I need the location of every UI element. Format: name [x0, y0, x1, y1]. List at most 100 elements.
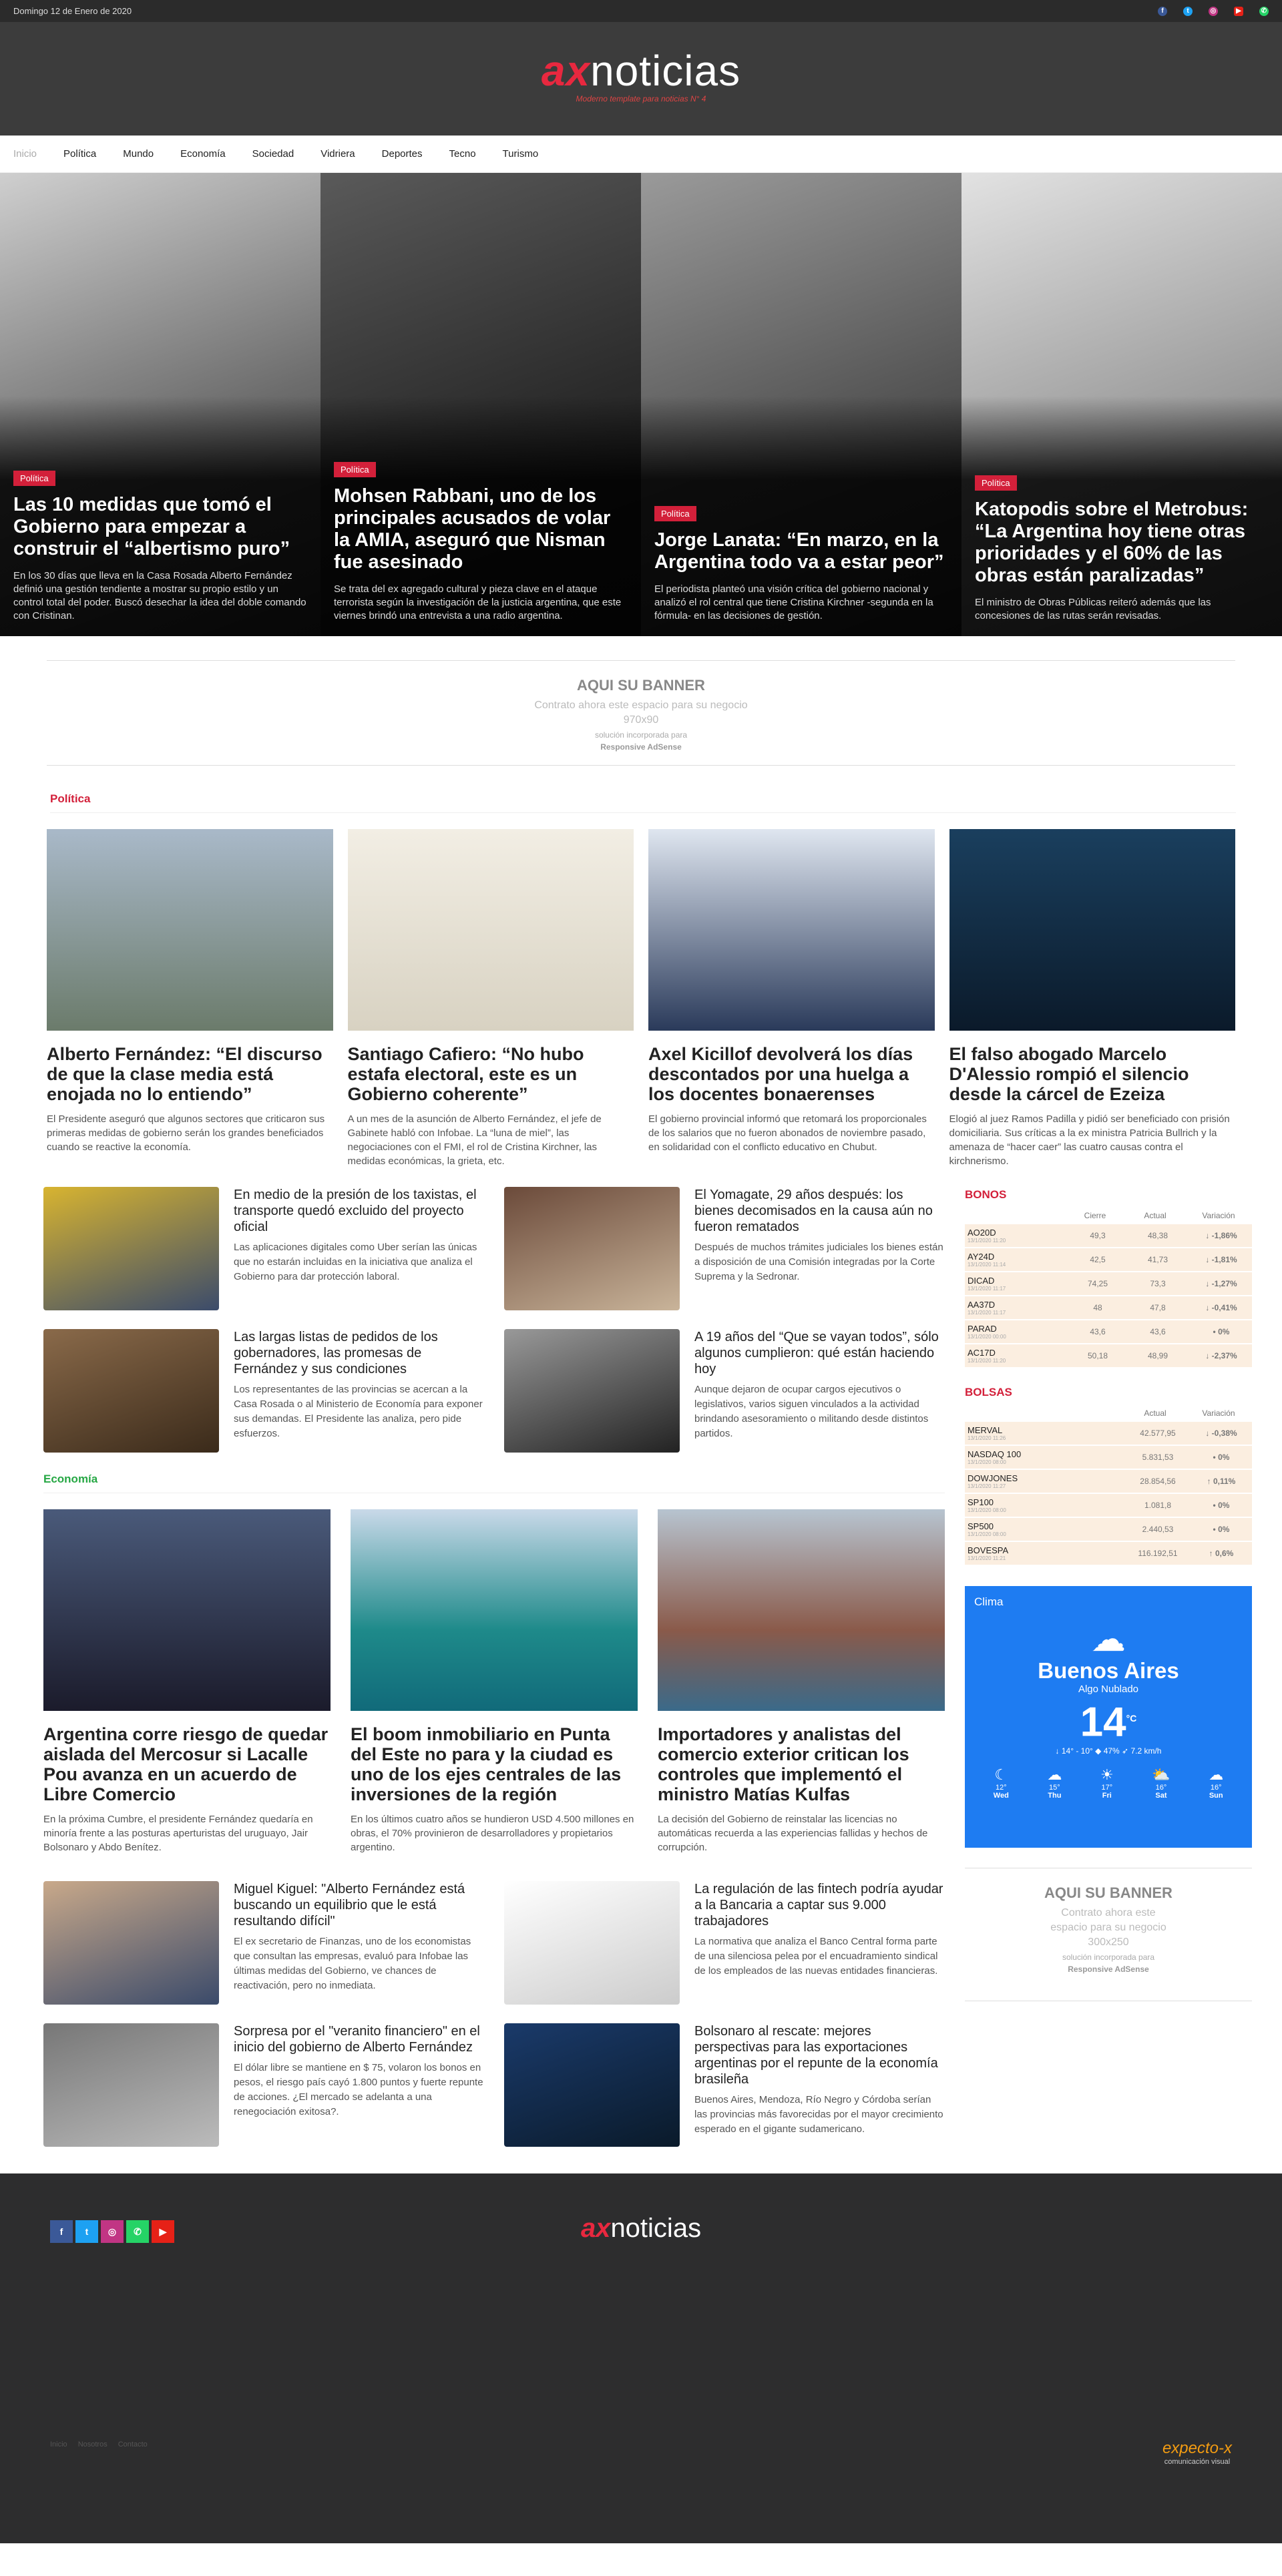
nav-item-inicio[interactable]: Inicio: [13, 148, 37, 160]
news-photo[interactable]: [949, 829, 1235, 1031]
list-item[interactable]: Bolsonaro al rescate: mejores perspectiv…: [504, 2023, 945, 2147]
hero-card[interactable]: Política Las 10 medidas que tomó el Gobi…: [0, 173, 320, 636]
news-thumb[interactable]: [43, 1329, 219, 1453]
current-date: Domingo 12 de Enero de 2020: [13, 6, 132, 16]
news-thumb[interactable]: [504, 1329, 680, 1453]
news-thumb[interactable]: [43, 1881, 219, 2005]
news-title[interactable]: Sorpresa por el "veranito financiero" en…: [234, 2023, 484, 2055]
news-title[interactable]: La regulación de las fintech podría ayud…: [694, 1881, 945, 1929]
news-photo[interactable]: [47, 829, 333, 1031]
news-photo[interactable]: [351, 1509, 638, 1711]
market-date: 13/1/2020 11:20: [968, 1238, 1006, 1244]
list-item[interactable]: Miguel Kiguel: "Alberto Fernández está b…: [43, 1881, 484, 2005]
nav-item-sociedad[interactable]: Sociedad: [252, 148, 294, 160]
news-photo[interactable]: [658, 1509, 945, 1711]
hero-title[interactable]: Las 10 medidas que tomó el Gobierno para…: [13, 494, 307, 560]
news-photo[interactable]: [347, 829, 634, 1031]
category-tag[interactable]: Política: [13, 471, 55, 486]
market-row: AA37D 13/1/2020 11:17 48 47,8 ↓ -0,41%: [965, 1296, 1252, 1320]
news-title[interactable]: Axel Kicillof devolverá los días descont…: [648, 1044, 935, 1104]
list-item[interactable]: En medio de la presión de los taxistas, …: [43, 1187, 484, 1310]
developer-credit[interactable]: expecto-x comunicación visual: [1162, 2439, 1232, 2466]
market-variation: • 0%: [1213, 1327, 1230, 1336]
nav-item-vidriera[interactable]: Vidriera: [320, 148, 355, 160]
hero-title[interactable]: Jorge Lanata: “En marzo, en la Argentina…: [654, 529, 948, 573]
list-item[interactable]: El Yomagate, 29 años después: los bienes…: [504, 1187, 945, 1310]
footer-link[interactable]: Contacto: [118, 2440, 148, 2449]
footer-link[interactable]: Inicio: [50, 2440, 67, 2449]
market-current: 1.081,8: [1144, 1501, 1172, 1510]
market-row: AC17D 13/1/2020 11:20 50,18 48,99 ↓ -2,37%: [965, 1344, 1252, 1368]
news-photo[interactable]: [648, 829, 935, 1031]
hero-card[interactable]: Política Mohsen Rabbani, uno de los prin…: [320, 173, 641, 636]
list-item[interactable]: Sorpresa por el "veranito financiero" en…: [43, 2023, 484, 2147]
hero-summary: El periodista planteó una visión crítica…: [654, 583, 933, 621]
news-card[interactable]: El falso abogado Marcelo D'Alessio rompi…: [949, 829, 1236, 1168]
hero-slider: Política Las 10 medidas que tomó el Gobi…: [0, 173, 1282, 636]
news-thumb[interactable]: [504, 1187, 680, 1310]
news-thumb[interactable]: [43, 2023, 219, 2147]
news-title[interactable]: El boom inmobiliario en Punta del Este n…: [351, 1724, 638, 1804]
news-card[interactable]: Axel Kicillof devolverá los días descont…: [648, 829, 935, 1168]
section-title-economia[interactable]: Economía: [43, 1473, 945, 1493]
list-item[interactable]: A 19 años del “Que se vayan todos”, sólo…: [504, 1329, 945, 1453]
news-photo[interactable]: [43, 1509, 331, 1711]
news-summary: La normativa que analiza el Banco Centra…: [694, 1936, 938, 1977]
nav-item-politica[interactable]: Política: [63, 148, 96, 160]
youtube-icon[interactable]: ▶: [1234, 6, 1243, 16]
instagram-icon[interactable]: ◎: [1209, 6, 1218, 16]
category-tag[interactable]: Política: [654, 506, 696, 521]
category-tag[interactable]: Política: [334, 462, 376, 477]
site-logo[interactable]: axnoticias: [0, 46, 1282, 95]
forecast-day: ☀ 17° Fri: [1100, 1766, 1114, 1800]
news-title[interactable]: El falso abogado Marcelo D'Alessio rompi…: [949, 1044, 1236, 1104]
ad-banner[interactable]: AQUI SU BANNER Contrato ahora este espac…: [47, 660, 1235, 766]
list-item[interactable]: Las largas listas de pedidos de los gobe…: [43, 1329, 484, 1453]
facebook-icon[interactable]: f: [1158, 6, 1167, 16]
market-date: 13/1/2020 11:17: [968, 1286, 1006, 1292]
news-title[interactable]: Argentina corre riesgo de quedar aislada…: [43, 1724, 331, 1804]
market-row: NASDAQ 100 13/1/2020 08:00 5.831,53 • 0%: [965, 1446, 1252, 1470]
market-name: SP500: [968, 1521, 994, 1531]
hero-summary: En los 30 días que lleva en la Casa Rosa…: [13, 570, 306, 621]
news-title[interactable]: En medio de la presión de los taxistas, …: [234, 1187, 484, 1235]
news-card[interactable]: Argentina corre riesgo de quedar aislada…: [43, 1509, 331, 1854]
news-card[interactable]: Importadores y analistas del comercio ex…: [658, 1509, 945, 1854]
footer-link[interactable]: Nosotros: [78, 2440, 108, 2449]
category-tag[interactable]: Política: [975, 475, 1017, 491]
news-card[interactable]: Santiago Cafiero: “No hubo estafa electo…: [347, 829, 634, 1168]
news-title[interactable]: Alberto Fernández: “El discurso de que l…: [47, 1044, 333, 1104]
nav-item-tecno[interactable]: Tecno: [449, 148, 476, 160]
news-title[interactable]: El Yomagate, 29 años después: los bienes…: [694, 1187, 945, 1235]
hero-card[interactable]: Política Katopodis sobre el Metrobus: “L…: [962, 173, 1282, 636]
news-thumb[interactable]: [504, 2023, 680, 2147]
top-bar: Domingo 12 de Enero de 2020 f t ◎ ▶ ✆: [0, 0, 1282, 22]
news-title[interactable]: Importadores y analistas del comercio ex…: [658, 1724, 945, 1804]
nav-item-mundo[interactable]: Mundo: [123, 148, 154, 160]
news-title[interactable]: A 19 años del “Que se vayan todos”, sólo…: [694, 1329, 945, 1377]
news-card[interactable]: Alberto Fernández: “El discurso de que l…: [47, 829, 333, 1168]
market-date: 13/1/2020 11:14: [968, 1262, 1006, 1268]
whatsapp-icon[interactable]: ✆: [1259, 6, 1269, 16]
section-title-politica[interactable]: Política: [50, 792, 1236, 813]
footer-logo[interactable]: axnoticias: [0, 2214, 1282, 2244]
nav-item-turismo[interactable]: Turismo: [503, 148, 539, 160]
banner-note: solución incorporada para: [594, 730, 688, 740]
news-title[interactable]: Bolsonaro al rescate: mejores perspectiv…: [694, 2023, 945, 2087]
twitter-icon[interactable]: t: [1183, 6, 1193, 16]
hero-title[interactable]: Mohsen Rabbani, uno de los principales a…: [334, 485, 628, 573]
news-card[interactable]: El boom inmobiliario en Punta del Este n…: [351, 1509, 638, 1854]
market-close: 49,3: [1090, 1231, 1106, 1240]
news-title[interactable]: Las largas listas de pedidos de los gobe…: [234, 1329, 484, 1377]
nav-item-deportes[interactable]: Deportes: [382, 148, 423, 160]
hero-title[interactable]: Katopodis sobre el Metrobus: “La Argenti…: [975, 499, 1269, 587]
news-title[interactable]: Santiago Cafiero: “No hubo estafa electo…: [348, 1044, 634, 1104]
hero-card[interactable]: Política Jorge Lanata: “En marzo, en la …: [641, 173, 962, 636]
list-item[interactable]: La regulación de las fintech podría ayud…: [504, 1881, 945, 2005]
market-name: NASDAQ 100: [968, 1449, 1022, 1459]
news-thumb[interactable]: [43, 1187, 219, 1310]
nav-item-economia[interactable]: Economía: [180, 148, 226, 160]
ad-banner-sidebar[interactable]: AQUI SU BANNER Contrato ahora este espac…: [965, 1868, 1252, 2001]
news-thumb[interactable]: [504, 1881, 680, 2005]
news-title[interactable]: Miguel Kiguel: "Alberto Fernández está b…: [234, 1881, 484, 1929]
